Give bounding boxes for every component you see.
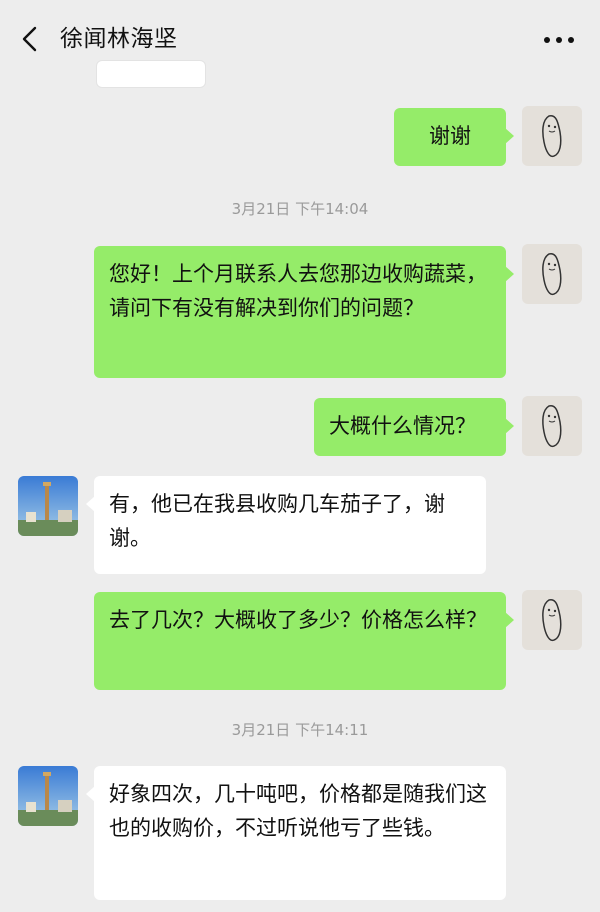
- cucumber-avatar-icon: [522, 244, 582, 304]
- cucumber-avatar-icon: [522, 106, 582, 166]
- my-avatar[interactable]: [522, 590, 582, 650]
- message-bubble-received[interactable]: 有，他已在我县收购几车茄子了，谢谢。: [86, 476, 486, 574]
- my-avatar[interactable]: [522, 396, 582, 456]
- tower-landscape-avatar-icon: [18, 766, 78, 826]
- my-avatar[interactable]: [522, 244, 582, 304]
- cucumber-avatar-icon: [522, 396, 582, 456]
- ellipsis-icon: [544, 37, 574, 43]
- message-text: 谢谢: [429, 124, 471, 148]
- contact-avatar[interactable]: [18, 476, 78, 536]
- cucumber-avatar-icon: [522, 590, 582, 650]
- previous-message-card[interactable]: [96, 60, 206, 88]
- more-button[interactable]: [542, 28, 576, 52]
- message-text: 好象四次，几十吨吧，价格都是随我们这也的收购价，不过听说他亏了些钱。: [109, 782, 487, 840]
- message-text: 您好！上个月联系人去您那边收购蔬菜，请问下有没有解决到你们的问题？: [109, 262, 487, 320]
- chat-header: 徐闻林海坚: [0, 0, 600, 80]
- chevron-left-icon: [22, 26, 37, 52]
- message-text: 去了几次？大概收了多少？价格怎么样？: [109, 608, 487, 632]
- my-avatar[interactable]: [522, 106, 582, 166]
- chat-title: 徐闻林海坚: [60, 26, 178, 52]
- message-bubble-sent[interactable]: 去了几次？大概收了多少？价格怎么样？: [94, 592, 514, 690]
- message-bubble-sent[interactable]: 谢谢: [394, 108, 514, 166]
- tower-landscape-avatar-icon: [18, 476, 78, 536]
- timestamp: 3月21日 下午14:11: [231, 721, 369, 739]
- contact-avatar[interactable]: [18, 766, 78, 826]
- message-text: 有，他已在我县收购几车茄子了，谢谢。: [109, 492, 445, 550]
- message-bubble-received[interactable]: 好象四次，几十吨吧，价格都是随我们这也的收购价，不过听说他亏了些钱。: [86, 766, 506, 900]
- timestamp: 3月21日 下午14:04: [231, 200, 369, 218]
- message-text: 大概什么情况？: [329, 414, 476, 438]
- back-button[interactable]: [14, 22, 48, 56]
- message-bubble-sent[interactable]: 大概什么情况？: [314, 398, 514, 456]
- message-bubble-sent[interactable]: 您好！上个月联系人去您那边收购蔬菜，请问下有没有解决到你们的问题？: [94, 246, 514, 378]
